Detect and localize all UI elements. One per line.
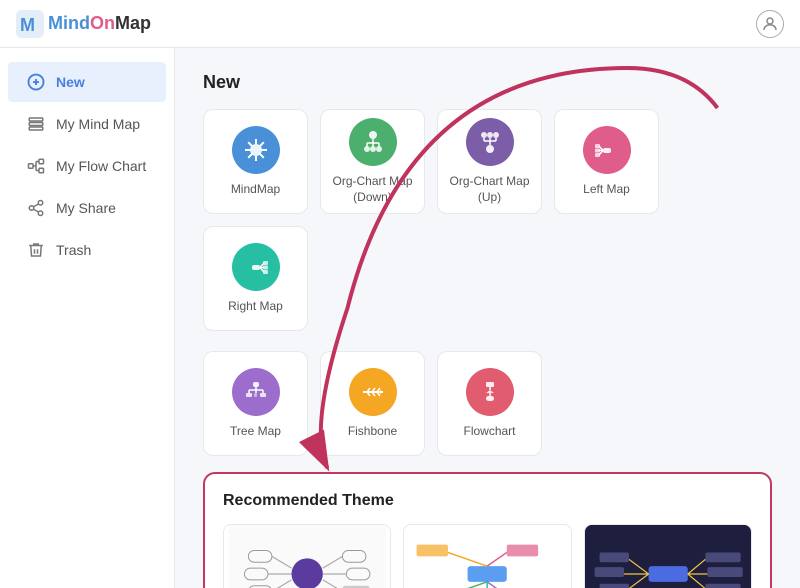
- map-card-org-down[interactable]: Org-Chart Map (Down): [320, 109, 425, 214]
- sidebar-item-new-label: New: [56, 74, 85, 90]
- fishbone-label: Fishbone: [348, 424, 397, 440]
- flowchart-label: Flowchart: [463, 424, 515, 440]
- recommended-section: Recommended Theme: [203, 472, 772, 588]
- theme-grid: [223, 524, 752, 588]
- org-down-label: Org-Chart Map (Down): [332, 174, 412, 205]
- logo-text: MindOnMap: [48, 13, 151, 34]
- theme-card-1[interactable]: [223, 524, 391, 588]
- left-map-label: Left Map: [583, 182, 630, 198]
- map-card-tree[interactable]: Tree Map: [203, 351, 308, 456]
- user-icon[interactable]: [756, 10, 784, 38]
- right-map-label: Right Map: [228, 299, 283, 315]
- flow-icon: [26, 156, 46, 176]
- sidebar-item-my-share[interactable]: My Share: [8, 188, 166, 228]
- map-card-org-up[interactable]: Org-Chart Map (Up): [437, 109, 542, 214]
- map-card-mindmap[interactable]: MindMap: [203, 109, 308, 214]
- sidebar-item-trash[interactable]: Trash: [8, 230, 166, 270]
- flowchart-icon: [466, 368, 514, 416]
- left-map-icon: [583, 126, 631, 174]
- mindmap-label: MindMap: [231, 182, 280, 198]
- logo: M MindOnMap: [16, 10, 151, 38]
- org-up-icon: [466, 118, 514, 166]
- sidebar-item-my-share-label: My Share: [56, 200, 116, 216]
- right-map-icon: [232, 243, 280, 291]
- map-card-fishbone[interactable]: Fishbone: [320, 351, 425, 456]
- sidebar: New My Mind Map My Flow C: [0, 48, 175, 588]
- content-area: New MindM: [175, 48, 800, 588]
- logo-icon: M: [16, 10, 44, 38]
- recommended-title: Recommended Theme: [223, 492, 752, 510]
- layers-icon: [26, 114, 46, 134]
- org-down-icon: [349, 118, 397, 166]
- plus-icon: [26, 72, 46, 92]
- fishbone-icon: [349, 368, 397, 416]
- tree-map-icon: [232, 368, 280, 416]
- svg-text:M: M: [20, 15, 35, 35]
- sidebar-item-my-mind-map-label: My Mind Map: [56, 116, 140, 132]
- org-up-label: Org-Chart Map (Up): [438, 174, 541, 205]
- theme-card-3[interactable]: [584, 524, 752, 588]
- sidebar-item-trash-label: Trash: [56, 242, 91, 258]
- theme-card-2[interactable]: [403, 524, 571, 588]
- map-grid-row2: Tree Map Fishbone: [203, 351, 772, 456]
- sidebar-item-my-flow-chart[interactable]: My Flow Chart: [8, 146, 166, 186]
- sidebar-item-flow-chart-label: My Flow Chart: [56, 158, 146, 174]
- sidebar-item-new[interactable]: New: [8, 62, 166, 102]
- map-card-left[interactable]: Left Map: [554, 109, 659, 214]
- map-card-flowchart[interactable]: Flowchart: [437, 351, 542, 456]
- sidebar-item-my-mind-map[interactable]: My Mind Map: [8, 104, 166, 144]
- trash-icon: [26, 240, 46, 260]
- mindmap-icon: [232, 126, 280, 174]
- tree-map-label: Tree Map: [230, 424, 281, 440]
- share-icon: [26, 198, 46, 218]
- section-new-title: New: [203, 72, 772, 93]
- main-layout: New My Mind Map My Flow C: [0, 48, 800, 588]
- app-header: M MindOnMap: [0, 0, 800, 48]
- map-card-right[interactable]: Right Map: [203, 226, 308, 331]
- map-type-grid: MindMap Org-C: [203, 109, 772, 331]
